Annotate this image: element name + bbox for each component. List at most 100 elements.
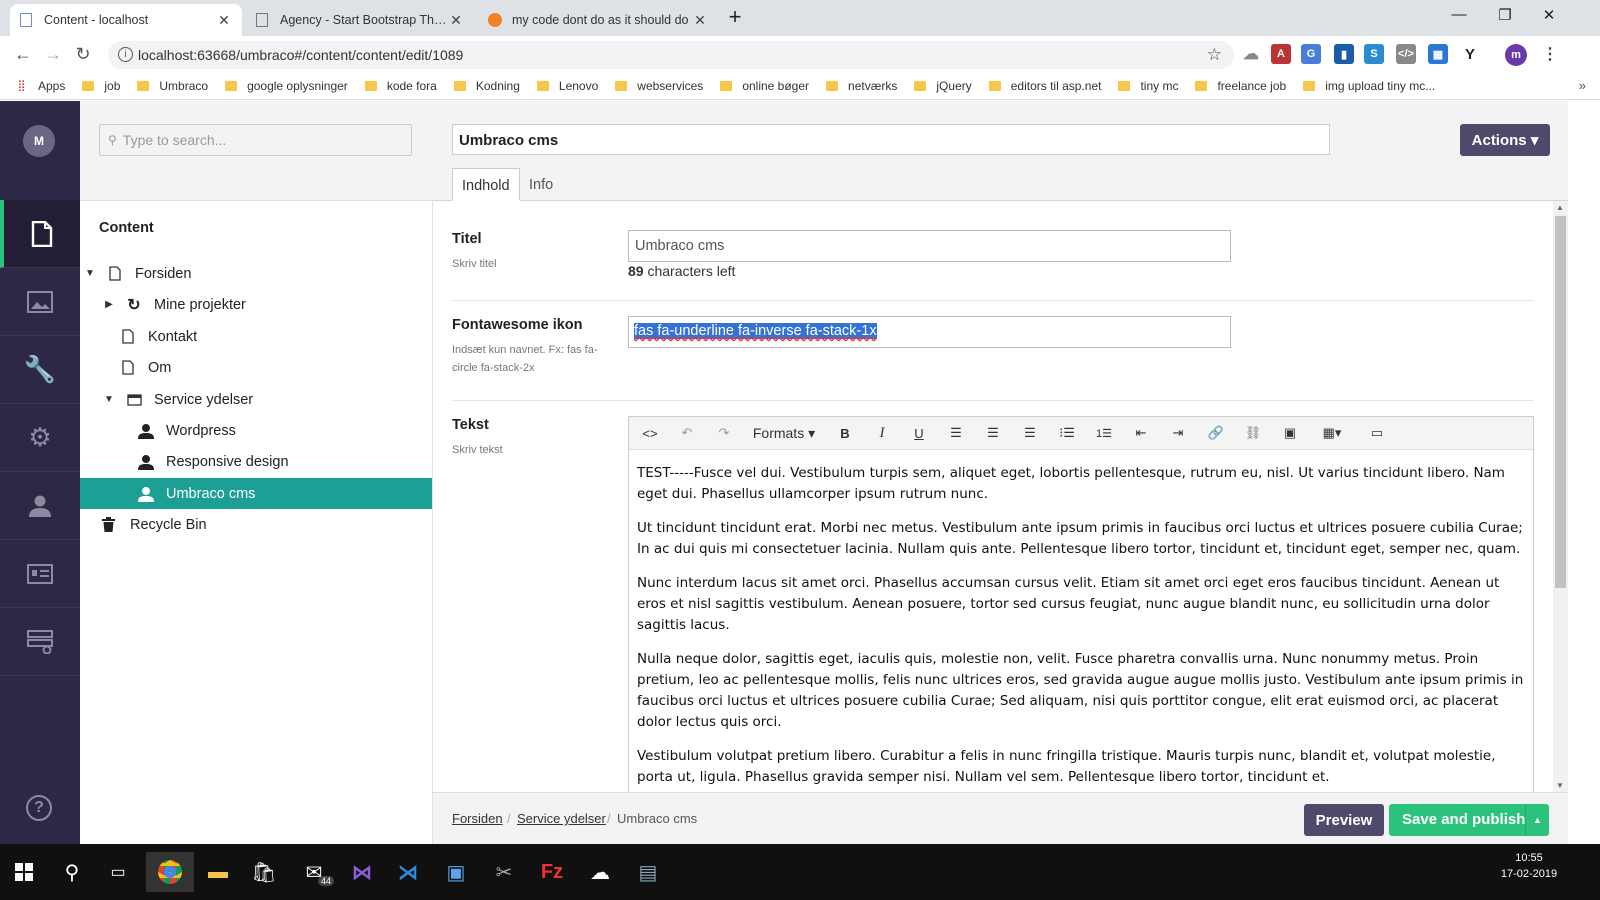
- file-explorer-icon[interactable]: ▬: [198, 852, 238, 892]
- breadcrumb-service-ydelser[interactable]: Service ydelser: [517, 811, 606, 826]
- titel-input[interactable]: Umbraco cms: [628, 230, 1231, 262]
- caret-down-icon[interactable]: ▼: [83, 268, 97, 279]
- users-section-icon[interactable]: [0, 472, 80, 540]
- mail-icon[interactable]: ✉ 44: [294, 852, 334, 892]
- responsive-extension-icon[interactable]: ▦: [1428, 44, 1448, 64]
- source-code-icon[interactable]: <>: [637, 421, 663, 445]
- preview-button[interactable]: Preview: [1304, 804, 1384, 836]
- publish-options-caret-icon[interactable]: ▲: [1525, 804, 1549, 836]
- close-tab-icon[interactable]: ✕: [216, 12, 232, 29]
- task-view-icon[interactable]: ▭: [98, 852, 138, 892]
- bookmark-editors[interactable]: editors til asp.net: [988, 79, 1101, 93]
- formats-dropdown[interactable]: Formats ▾: [747, 421, 821, 445]
- fontawesome-input[interactable]: fas fa-underline fa-inverse fa-stack-1x: [628, 316, 1231, 348]
- bookmark-online-boger[interactable]: online bøger: [720, 79, 809, 93]
- profile-avatar[interactable]: m: [1505, 44, 1527, 66]
- undo-icon[interactable]: ↶: [674, 421, 700, 445]
- image-icon[interactable]: ▣: [1277, 421, 1303, 445]
- tree-node-responsive-design[interactable]: Responsive design: [80, 446, 432, 477]
- bookmark-jquery[interactable]: jQuery: [914, 79, 972, 93]
- align-center-icon[interactable]: ☰: [980, 421, 1006, 445]
- save-and-publish-button[interactable]: Save and publish ▲: [1389, 804, 1549, 836]
- node-name-input[interactable]: Umbraco cms: [452, 124, 1330, 155]
- tree-node-recycle-bin[interactable]: Recycle Bin: [80, 509, 432, 540]
- rte-content[interactable]: TEST-----Fusce vel dui. Vestibulum turpi…: [637, 463, 1527, 792]
- chrome-icon[interactable]: [146, 852, 194, 892]
- yoast-extension-icon[interactable]: Y: [1460, 44, 1480, 64]
- bookmark-freelance[interactable]: freelance job: [1195, 79, 1286, 93]
- align-left-icon[interactable]: ☰: [943, 421, 969, 445]
- pdf-extension-icon[interactable]: A: [1271, 44, 1291, 64]
- unlink-icon[interactable]: ⛓: [1240, 421, 1266, 445]
- tree-node-om[interactable]: Om: [80, 352, 432, 383]
- notepad-icon[interactable]: ▣: [436, 852, 476, 892]
- media-section-icon[interactable]: [0, 268, 80, 336]
- reload-icon[interactable]: ↻: [68, 39, 98, 69]
- content-section-icon[interactable]: [0, 200, 80, 268]
- underline-icon[interactable]: U: [906, 421, 932, 445]
- tree-node-mine-projekter[interactable]: ▶ ↻ Mine projekter: [80, 289, 432, 320]
- filezilla-icon[interactable]: Fz: [532, 852, 572, 892]
- system-clock[interactable]: 10:55 17-02-2019: [1494, 850, 1564, 882]
- numbered-list-icon[interactable]: 1☰: [1091, 421, 1117, 445]
- cloud-extension-icon[interactable]: ☁: [1241, 44, 1261, 64]
- redo-icon[interactable]: ↷: [711, 421, 737, 445]
- onedrive-icon[interactable]: ☁: [580, 852, 620, 892]
- link-icon[interactable]: 🔗: [1203, 421, 1229, 445]
- code-extension-icon[interactable]: </>: [1396, 44, 1416, 64]
- tree-node-umbraco-cms[interactable]: Umbraco cms: [80, 478, 432, 509]
- visual-studio-icon[interactable]: ⋈: [342, 852, 382, 892]
- translate-extension-icon[interactable]: G: [1301, 44, 1321, 64]
- back-icon[interactable]: ←: [8, 39, 38, 69]
- bookmark-star-icon[interactable]: ☆: [1207, 45, 1222, 65]
- bookmark-tiny-mc[interactable]: tiny mc: [1118, 79, 1178, 93]
- bookmark-kodning[interactable]: Kodning: [453, 79, 520, 93]
- browser-tab-content[interactable]: Content - localhost ✕: [10, 4, 242, 36]
- settings-wrench-icon[interactable]: 🔧: [0, 336, 80, 404]
- tree-root-title[interactable]: Content: [99, 220, 154, 236]
- vscode-icon[interactable]: ⋊: [388, 852, 428, 892]
- bookmark-job[interactable]: job: [82, 79, 120, 93]
- minimize-icon[interactable]: —: [1444, 6, 1474, 23]
- align-right-icon[interactable]: ☰: [1017, 421, 1043, 445]
- app-icon[interactable]: ▤: [628, 852, 668, 892]
- close-tab-icon[interactable]: ✕: [692, 12, 708, 29]
- user-avatar[interactable]: M: [23, 125, 55, 157]
- bookmark-apps[interactable]: ⣿ Apps: [14, 79, 65, 93]
- forms-section-icon[interactable]: [0, 608, 80, 676]
- developer-gear-icon[interactable]: ⚙: [0, 404, 80, 472]
- caret-down-icon[interactable]: ▼: [102, 394, 116, 405]
- search-icon[interactable]: ⚲: [52, 852, 92, 892]
- bookmark-umbraco[interactable]: Umbraco: [137, 79, 208, 93]
- close-tab-icon[interactable]: ✕: [448, 12, 464, 29]
- italic-icon[interactable]: I: [869, 421, 895, 445]
- restore-icon[interactable]: ❐: [1490, 6, 1520, 24]
- close-window-icon[interactable]: ✕: [1534, 6, 1564, 24]
- embed-icon[interactable]: ▭: [1364, 421, 1390, 445]
- windows-start-icon[interactable]: [4, 852, 44, 892]
- bookmark-webservices[interactable]: webservices: [615, 79, 703, 93]
- indent-icon[interactable]: ⇥: [1165, 421, 1191, 445]
- tree-node-service-ydelser[interactable]: ▼ Service ydelser: [80, 384, 432, 415]
- bookmark-kode-fora[interactable]: kode fora: [364, 79, 437, 93]
- bookmark-img-upload[interactable]: img upload tiny mc...: [1303, 79, 1435, 93]
- scroll-thumb[interactable]: [1555, 216, 1566, 588]
- tab-info[interactable]: Info: [520, 168, 562, 201]
- bookmark-lenovo[interactable]: Lenovo: [536, 79, 598, 93]
- bookmark-google[interactable]: google oplysninger: [225, 79, 348, 93]
- rich-text-editor[interactable]: <> ↶ ↷ Formats ▾ B I U ☰ ☰ ☰ ⁝☰ 1☰ ⇤ ⇥ 🔗…: [628, 416, 1534, 792]
- help-icon[interactable]: ?: [26, 795, 52, 821]
- search-input[interactable]: ⚲ Type to search...: [99, 124, 412, 156]
- browser-tab-stackoverflow[interactable]: my code dont do as it should do ✕: [478, 4, 718, 36]
- scroll-down-icon[interactable]: ▼: [1556, 781, 1564, 790]
- tree-node-forsiden[interactable]: ▼ Forsiden: [80, 258, 432, 289]
- browser-tab-agency[interactable]: Agency - Start Bootstrap Theme ✕: [246, 4, 474, 36]
- outdent-icon[interactable]: ⇤: [1128, 421, 1154, 445]
- caret-right-icon[interactable]: ▶: [102, 299, 116, 310]
- forward-icon[interactable]: →: [38, 39, 68, 69]
- tree-node-kontakt[interactable]: Kontakt: [80, 321, 432, 352]
- bold-icon[interactable]: B: [832, 421, 858, 445]
- sync-extension-icon[interactable]: S: [1364, 44, 1384, 64]
- bullet-list-icon[interactable]: ⁝☰: [1054, 421, 1080, 445]
- members-section-icon[interactable]: [0, 540, 80, 608]
